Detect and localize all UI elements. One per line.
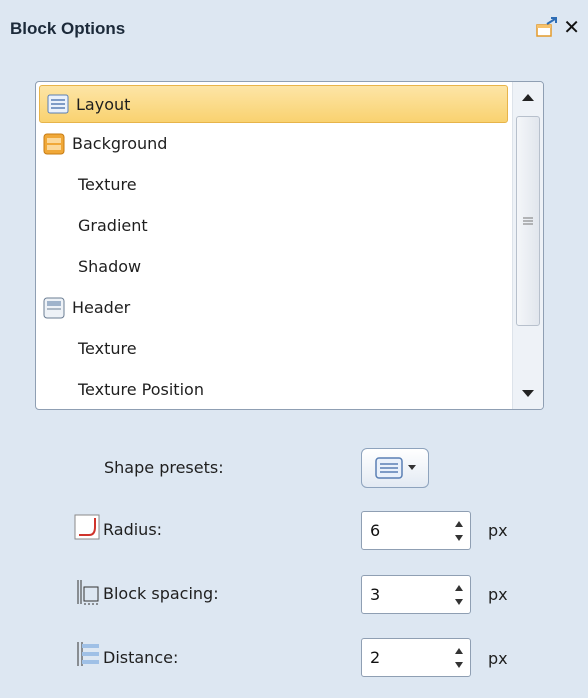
list-item-label: Layout (76, 94, 131, 114)
category-list[interactable]: Layout Background Texture Gradient Shado… (35, 81, 544, 410)
grip-icon (523, 217, 533, 225)
list-item-label: Header (72, 298, 131, 317)
shape-presets-dropdown[interactable] (361, 448, 429, 488)
shape-presets-label: Shape presets: (104, 458, 224, 477)
list-item-background[interactable]: Background (36, 123, 511, 164)
distance-unit: px (488, 649, 508, 668)
spinner-arrows-icon[interactable] (454, 581, 464, 609)
list-item-label: Shadow (78, 257, 142, 276)
chevron-down-icon (408, 465, 416, 470)
radius-value: 6 (370, 521, 381, 540)
list-item-label: Texture (78, 339, 137, 358)
list-item-gradient[interactable]: Gradient (36, 205, 511, 246)
category-list-rows: Layout Background Texture Gradient Shado… (36, 82, 511, 409)
radius-input[interactable]: 6 (361, 511, 471, 550)
distance-input[interactable]: 2 (361, 638, 471, 677)
close-icon[interactable]: ✕ (563, 17, 580, 37)
scroll-thumb[interactable] (516, 116, 540, 326)
list-item-label: Texture (78, 175, 137, 194)
block-spacing-label: Block spacing: (103, 584, 219, 603)
distance-label: Distance: (103, 648, 179, 667)
shape-preset-icon (375, 457, 403, 479)
panel-title: Block Options (10, 19, 126, 38)
list-item-label: Gradient (78, 216, 148, 235)
radius-unit: px (488, 521, 508, 540)
block-options-panel: Block Options ✕ Layout Background Textur… (0, 0, 588, 698)
background-icon (42, 132, 66, 156)
spinner-arrows-icon[interactable] (454, 644, 464, 672)
dock-icon[interactable] (535, 16, 559, 38)
list-scrollbar[interactable] (512, 82, 543, 409)
scroll-down-icon[interactable] (514, 381, 542, 407)
list-item-texture-position[interactable]: Texture Position (36, 369, 511, 409)
layout-icon (46, 92, 70, 116)
block-spacing-icon (77, 580, 99, 605)
block-spacing-input[interactable]: 3 (361, 575, 471, 614)
list-item-texture[interactable]: Texture (36, 164, 511, 205)
block-spacing-value: 3 (370, 585, 381, 604)
spinner-arrows-icon[interactable] (454, 517, 464, 545)
list-item-label: Texture Position (78, 380, 204, 399)
radius-label: Radius: (103, 520, 163, 539)
radius-icon (74, 514, 100, 540)
header-icon (42, 296, 66, 320)
list-item-layout[interactable]: Layout (39, 85, 508, 123)
distance-icon (77, 642, 99, 666)
block-spacing-unit: px (488, 585, 508, 604)
list-item-header[interactable]: Header (36, 287, 511, 328)
list-item-label: Background (72, 134, 168, 153)
list-item-shadow[interactable]: Shadow (36, 246, 511, 287)
list-item-texture-2[interactable]: Texture (36, 328, 511, 369)
scroll-up-icon[interactable] (514, 84, 542, 110)
distance-value: 2 (370, 648, 381, 667)
panel-header-buttons: ✕ (535, 16, 580, 38)
